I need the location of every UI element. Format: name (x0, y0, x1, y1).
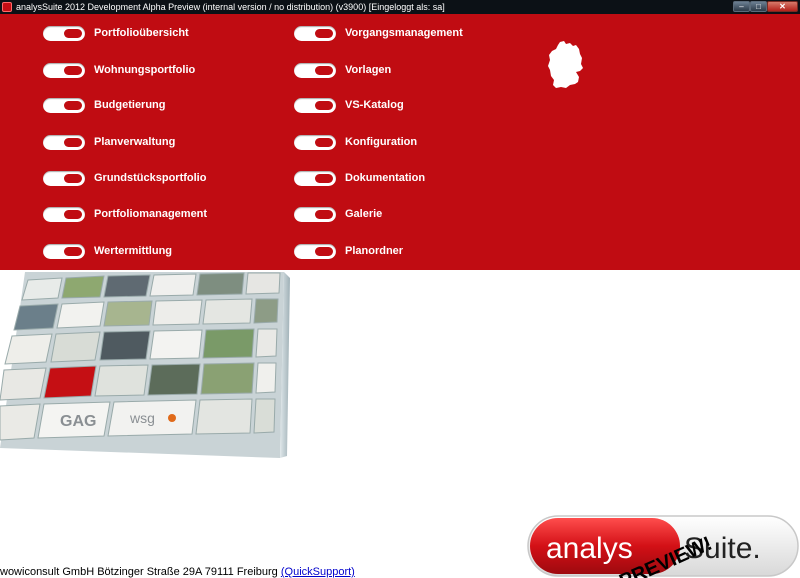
toggle-pill-icon (294, 206, 336, 222)
menu-item-label: Planverwaltung (94, 136, 176, 148)
toggle-pill-icon (294, 97, 336, 113)
germany-map-icon (548, 41, 583, 88)
minimize-button[interactable]: – (733, 1, 750, 12)
menu-item-label: Budgetierung (94, 99, 166, 111)
menu-item-galerie[interactable]: Galerie (294, 204, 382, 224)
maximize-button[interactable]: □ (750, 1, 767, 12)
menu-item-dokumentation[interactable]: Dokumentation (294, 168, 425, 188)
analyssuite-logo: analys Suite. PREVIEW! (527, 515, 799, 578)
main-menu-panel: Portfolioübersicht Wohnungsportfolio Bud… (0, 14, 800, 270)
footer-company: wowiconsult GmbH Bötzinger Straße 29A 79… (0, 566, 278, 578)
close-button[interactable]: ✕ (767, 1, 798, 12)
menu-item-wertermittlung[interactable]: Wertermittlung (43, 241, 172, 261)
maximize-icon: □ (756, 2, 761, 11)
menu-item-label: Wohnungsportfolio (94, 64, 196, 76)
toggle-pill-icon (43, 170, 85, 186)
tile-collage-image: GAG wsg (0, 272, 290, 458)
menu-item-vorgangsmanagement[interactable]: Vorgangsmanagement (294, 23, 463, 43)
window-title: analysSuite 2012 Development Alpha Previ… (16, 2, 445, 12)
menu-item-label: Portfoliomanagement (94, 208, 208, 220)
toggle-pill-icon (43, 206, 85, 222)
close-icon: ✕ (779, 2, 786, 11)
logo-left-text: analys (546, 532, 633, 565)
menu-item-label: Vorlagen (345, 64, 392, 76)
toggle-pill-icon (43, 25, 85, 41)
toggle-pill-icon (43, 134, 85, 150)
quicksupport-link[interactable]: (QuickSupport) (281, 566, 355, 578)
menu-item-label: VS-Katalog (345, 99, 404, 111)
app-icon (2, 2, 12, 12)
tile-logo-text: GAG (60, 413, 96, 430)
menu-item-label: Planordner (345, 245, 404, 257)
menu-item-wohnungsportfolio[interactable]: Wohnungsportfolio (43, 60, 195, 80)
footer-address: wowiconsult GmbH Bötzinger Straße 29A 79… (0, 566, 355, 578)
toggle-pill-icon (294, 170, 336, 186)
menu-item-planverwaltung[interactable]: Planverwaltung (43, 132, 175, 152)
toggle-pill-icon (294, 243, 336, 259)
window-title-bar: analysSuite 2012 Development Alpha Previ… (0, 0, 800, 14)
toggle-pill-icon (43, 97, 85, 113)
menu-item-portfoliomanagement[interactable]: Portfoliomanagement (43, 204, 207, 224)
menu-item-planordner[interactable]: Planordner (294, 241, 403, 261)
toggle-pill-icon (294, 134, 336, 150)
toggle-pill-icon (294, 25, 336, 41)
menu-item-konfiguration[interactable]: Konfiguration (294, 132, 417, 152)
menu-item-budgetierung[interactable]: Budgetierung (43, 95, 166, 115)
menu-item-portfoliouebersicht[interactable]: Portfolioübersicht (43, 23, 189, 43)
menu-item-label: Vorgangsmanagement (345, 27, 463, 39)
menu-item-label: Galerie (345, 208, 383, 220)
menu-item-label: Konfiguration (345, 136, 418, 148)
menu-item-label: Portfolioübersicht (94, 27, 189, 39)
toggle-pill-icon (43, 62, 85, 78)
menu-item-grundstuecksportfolio[interactable]: Grundstücksportfolio (43, 168, 206, 188)
menu-item-vs-katalog[interactable]: VS-Katalog (294, 95, 404, 115)
toggle-pill-icon (43, 243, 85, 259)
toggle-pill-icon (294, 62, 336, 78)
minimize-icon: – (739, 2, 744, 11)
menu-item-label: Dokumentation (345, 172, 426, 184)
menu-item-label: Wertermittlung (94, 245, 173, 257)
menu-item-vorlagen[interactable]: Vorlagen (294, 60, 391, 80)
menu-item-label: Grundstücksportfolio (94, 172, 207, 184)
tile-logo-text: wsg (129, 410, 155, 426)
